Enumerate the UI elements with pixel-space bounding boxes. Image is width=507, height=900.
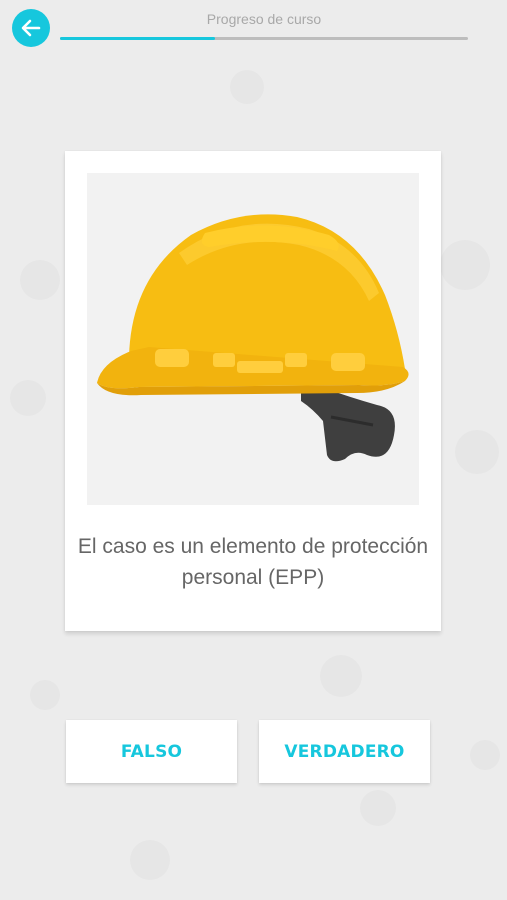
question-text: El caso es un elemento de protección per…: [77, 535, 429, 589]
progress-bar: [60, 37, 468, 40]
arrow-left-icon: [21, 19, 41, 37]
header: Progreso de curso: [0, 0, 507, 60]
progress-bar-fill: [60, 37, 216, 40]
hard-hat-icon: [97, 214, 409, 462]
true-button[interactable]: VERDADERO: [259, 720, 430, 783]
question-card: El caso es un elemento de protección per…: [65, 151, 441, 631]
false-button[interactable]: FALSO: [66, 720, 237, 783]
question-image: [87, 173, 419, 505]
back-button[interactable]: [12, 9, 50, 47]
progress-label: Progreso de curso: [206, 11, 322, 27]
